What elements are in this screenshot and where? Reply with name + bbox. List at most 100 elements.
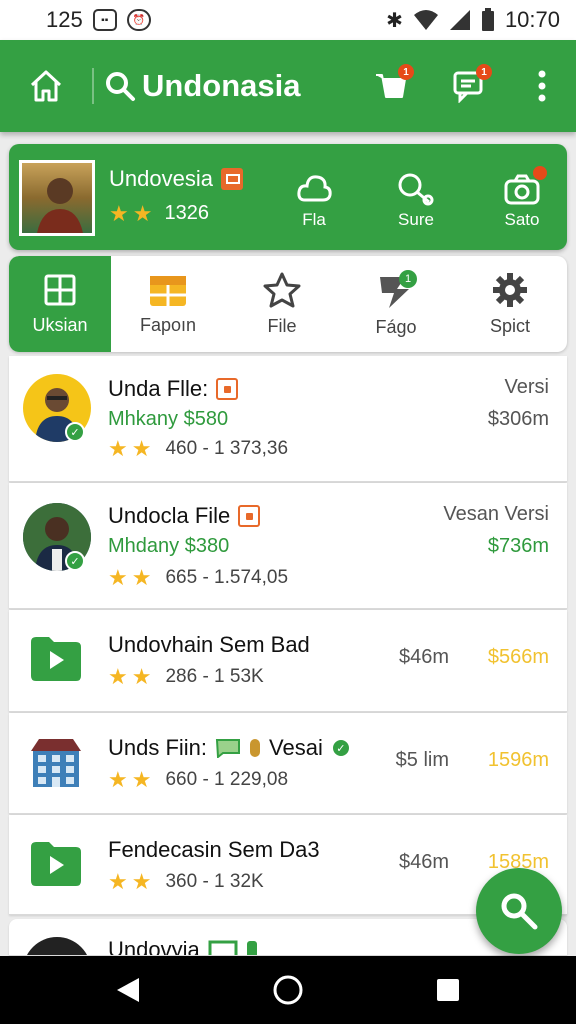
messages-button[interactable]: 1 — [430, 40, 508, 132]
building-icon — [31, 739, 81, 787]
lock-icon — [246, 941, 257, 955]
star-icon: ★ — [132, 200, 153, 226]
camera-badge — [533, 166, 547, 180]
tab-label: Fágo — [375, 316, 417, 337]
star-icon: ★ — [108, 436, 128, 461]
item-stats: ★ ★ 286 - 1 53K — [108, 664, 264, 689]
home-icon — [30, 70, 62, 102]
item-title: Undocla File — [108, 503, 261, 529]
grid-icon — [44, 274, 76, 305]
tab-badge: 1 — [399, 270, 417, 288]
item-subtitle: Mhkany $580 — [108, 408, 229, 430]
bluetooth-icon: ✱ — [386, 9, 403, 32]
profile-action-sure[interactable]: Sure — [383, 172, 449, 230]
tab-spict[interactable]: Spict — [453, 256, 567, 352]
tab-uksian[interactable]: Uksian — [9, 256, 111, 352]
profile-action-fla[interactable]: Fla — [281, 172, 347, 230]
status-bar: 125 ▪▪ ⏰ ✱ 10:70 — [0, 0, 576, 40]
item-title: Undovhain Sem Bad — [108, 632, 310, 657]
profile-action-label: Fla — [302, 210, 326, 229]
profile-tag-icon — [220, 168, 243, 190]
item-meta: $5 lim — [395, 749, 449, 771]
star-icon: ★ — [108, 869, 128, 894]
recents-icon[interactable] — [435, 977, 461, 1003]
chat-icon — [208, 940, 238, 955]
home-button[interactable] — [0, 40, 92, 132]
item-title: Unds Fiin: Vesai ✓ — [108, 735, 351, 761]
item-price: $566m — [487, 646, 549, 668]
item-stats: ★ ★ 660 - 1 229,08 — [108, 767, 289, 792]
list-item[interactable]: ✓ Unda Flle: Mhkany $580 ★ ★ 460 - 1 373… — [9, 356, 567, 482]
verified-icon: ✓ — [65, 551, 85, 571]
back-icon[interactable] — [115, 976, 141, 1004]
tab-label: Uksian — [32, 314, 88, 335]
item-stats: ★ ★ 665 - 1.574,05 — [108, 565, 289, 590]
home-nav-icon[interactable] — [272, 974, 304, 1006]
video-folder-icon — [31, 842, 81, 886]
profile-card: Undovesia ★ ★ 1326 Fla Sure Sato — [9, 144, 567, 250]
star-icon: ★ — [131, 869, 152, 894]
item-title: Fendecasin Sem Da3 — [108, 837, 320, 862]
list-item[interactable]: Undovhain Sem Bad ★ ★ 286 - 1 53K $46m $… — [9, 610, 567, 712]
tab-label: Fapoın — [139, 314, 197, 335]
avatar — [23, 937, 91, 955]
calendar-icon — [150, 275, 186, 306]
list-item[interactable]: Unds Fiin: Vesai ✓ ★ ★ 660 - 1 229,08 $5… — [9, 713, 567, 814]
item-meta: Versi — [504, 376, 549, 398]
star-icon: ★ — [108, 565, 128, 590]
system-nav-bar — [0, 956, 576, 1024]
item-stats: ★ ★ 360 - 1 32K — [108, 869, 264, 894]
cloud-icon — [297, 175, 332, 202]
tab-file[interactable]: File — [225, 256, 339, 352]
battery-icon — [481, 8, 494, 31]
app-bar: Undonasia 1 1 — [0, 40, 576, 132]
cart-badge: 1 — [398, 64, 414, 80]
star-icon — [263, 272, 301, 307]
wifi-icon — [413, 10, 438, 30]
status-time-left: 125 — [46, 7, 83, 32]
alarm-icon: ⏰ — [126, 9, 151, 31]
list-item[interactable]: ✓ Undocla File Mhdany $380 ★ ★ 665 - 1.5… — [9, 483, 567, 609]
star-icon: ★ — [109, 200, 129, 226]
item-price: 1596m — [487, 749, 549, 771]
item-title: Undovyia — [108, 937, 258, 955]
category-tabs: Uksian Fapoın File 1 Fágo Spict — [9, 256, 567, 352]
star-icon: ★ — [131, 436, 152, 461]
item-meta: $46m — [398, 646, 449, 668]
notification-icon: ▪▪ — [92, 9, 117, 31]
star-icon: ★ — [131, 565, 152, 590]
lock-icon — [250, 739, 261, 757]
profile-name-row: Undovesia — [109, 166, 243, 192]
star-icon: ★ — [108, 767, 128, 792]
profile-avatar[interactable] — [19, 160, 95, 236]
file-tag-icon — [238, 505, 261, 527]
more-menu-button[interactable] — [508, 40, 576, 132]
search-fab[interactable] — [476, 868, 562, 954]
key-icon — [398, 173, 434, 206]
cart-button[interactable]: 1 — [352, 40, 430, 132]
tab-fago[interactable]: 1 Fágo — [339, 256, 453, 352]
messages-badge: 1 — [476, 64, 492, 80]
item-meta: Vesan Versi — [443, 503, 549, 525]
app-title-text: Undonasia — [142, 68, 301, 103]
signal-icon — [449, 10, 470, 30]
tab-fapoin[interactable]: Fapoın — [111, 256, 225, 352]
app-title[interactable]: Undonasia — [104, 68, 352, 104]
verified-icon: ✓ — [65, 422, 85, 442]
profile-action-label: Sato — [504, 210, 540, 229]
status-time-right: 10:70 — [504, 7, 560, 32]
tab-label: Spict — [489, 315, 531, 336]
tab-label: File — [267, 315, 297, 336]
gear-icon — [493, 272, 527, 307]
item-price: $736m — [487, 535, 549, 557]
profile-rating-value: 1326 — [164, 202, 209, 224]
profile-action-sato[interactable]: Sato — [489, 166, 555, 230]
profile-rating: ★ ★ 1326 — [109, 202, 209, 225]
item-title: Unda Flle: — [108, 376, 239, 402]
file-tag-icon — [216, 378, 239, 400]
profile-name: Undovesia — [109, 166, 213, 191]
item-price: $306m — [487, 408, 549, 430]
more-vert-icon — [538, 70, 546, 102]
video-folder-icon — [31, 637, 81, 681]
app-bar-divider — [92, 68, 94, 104]
